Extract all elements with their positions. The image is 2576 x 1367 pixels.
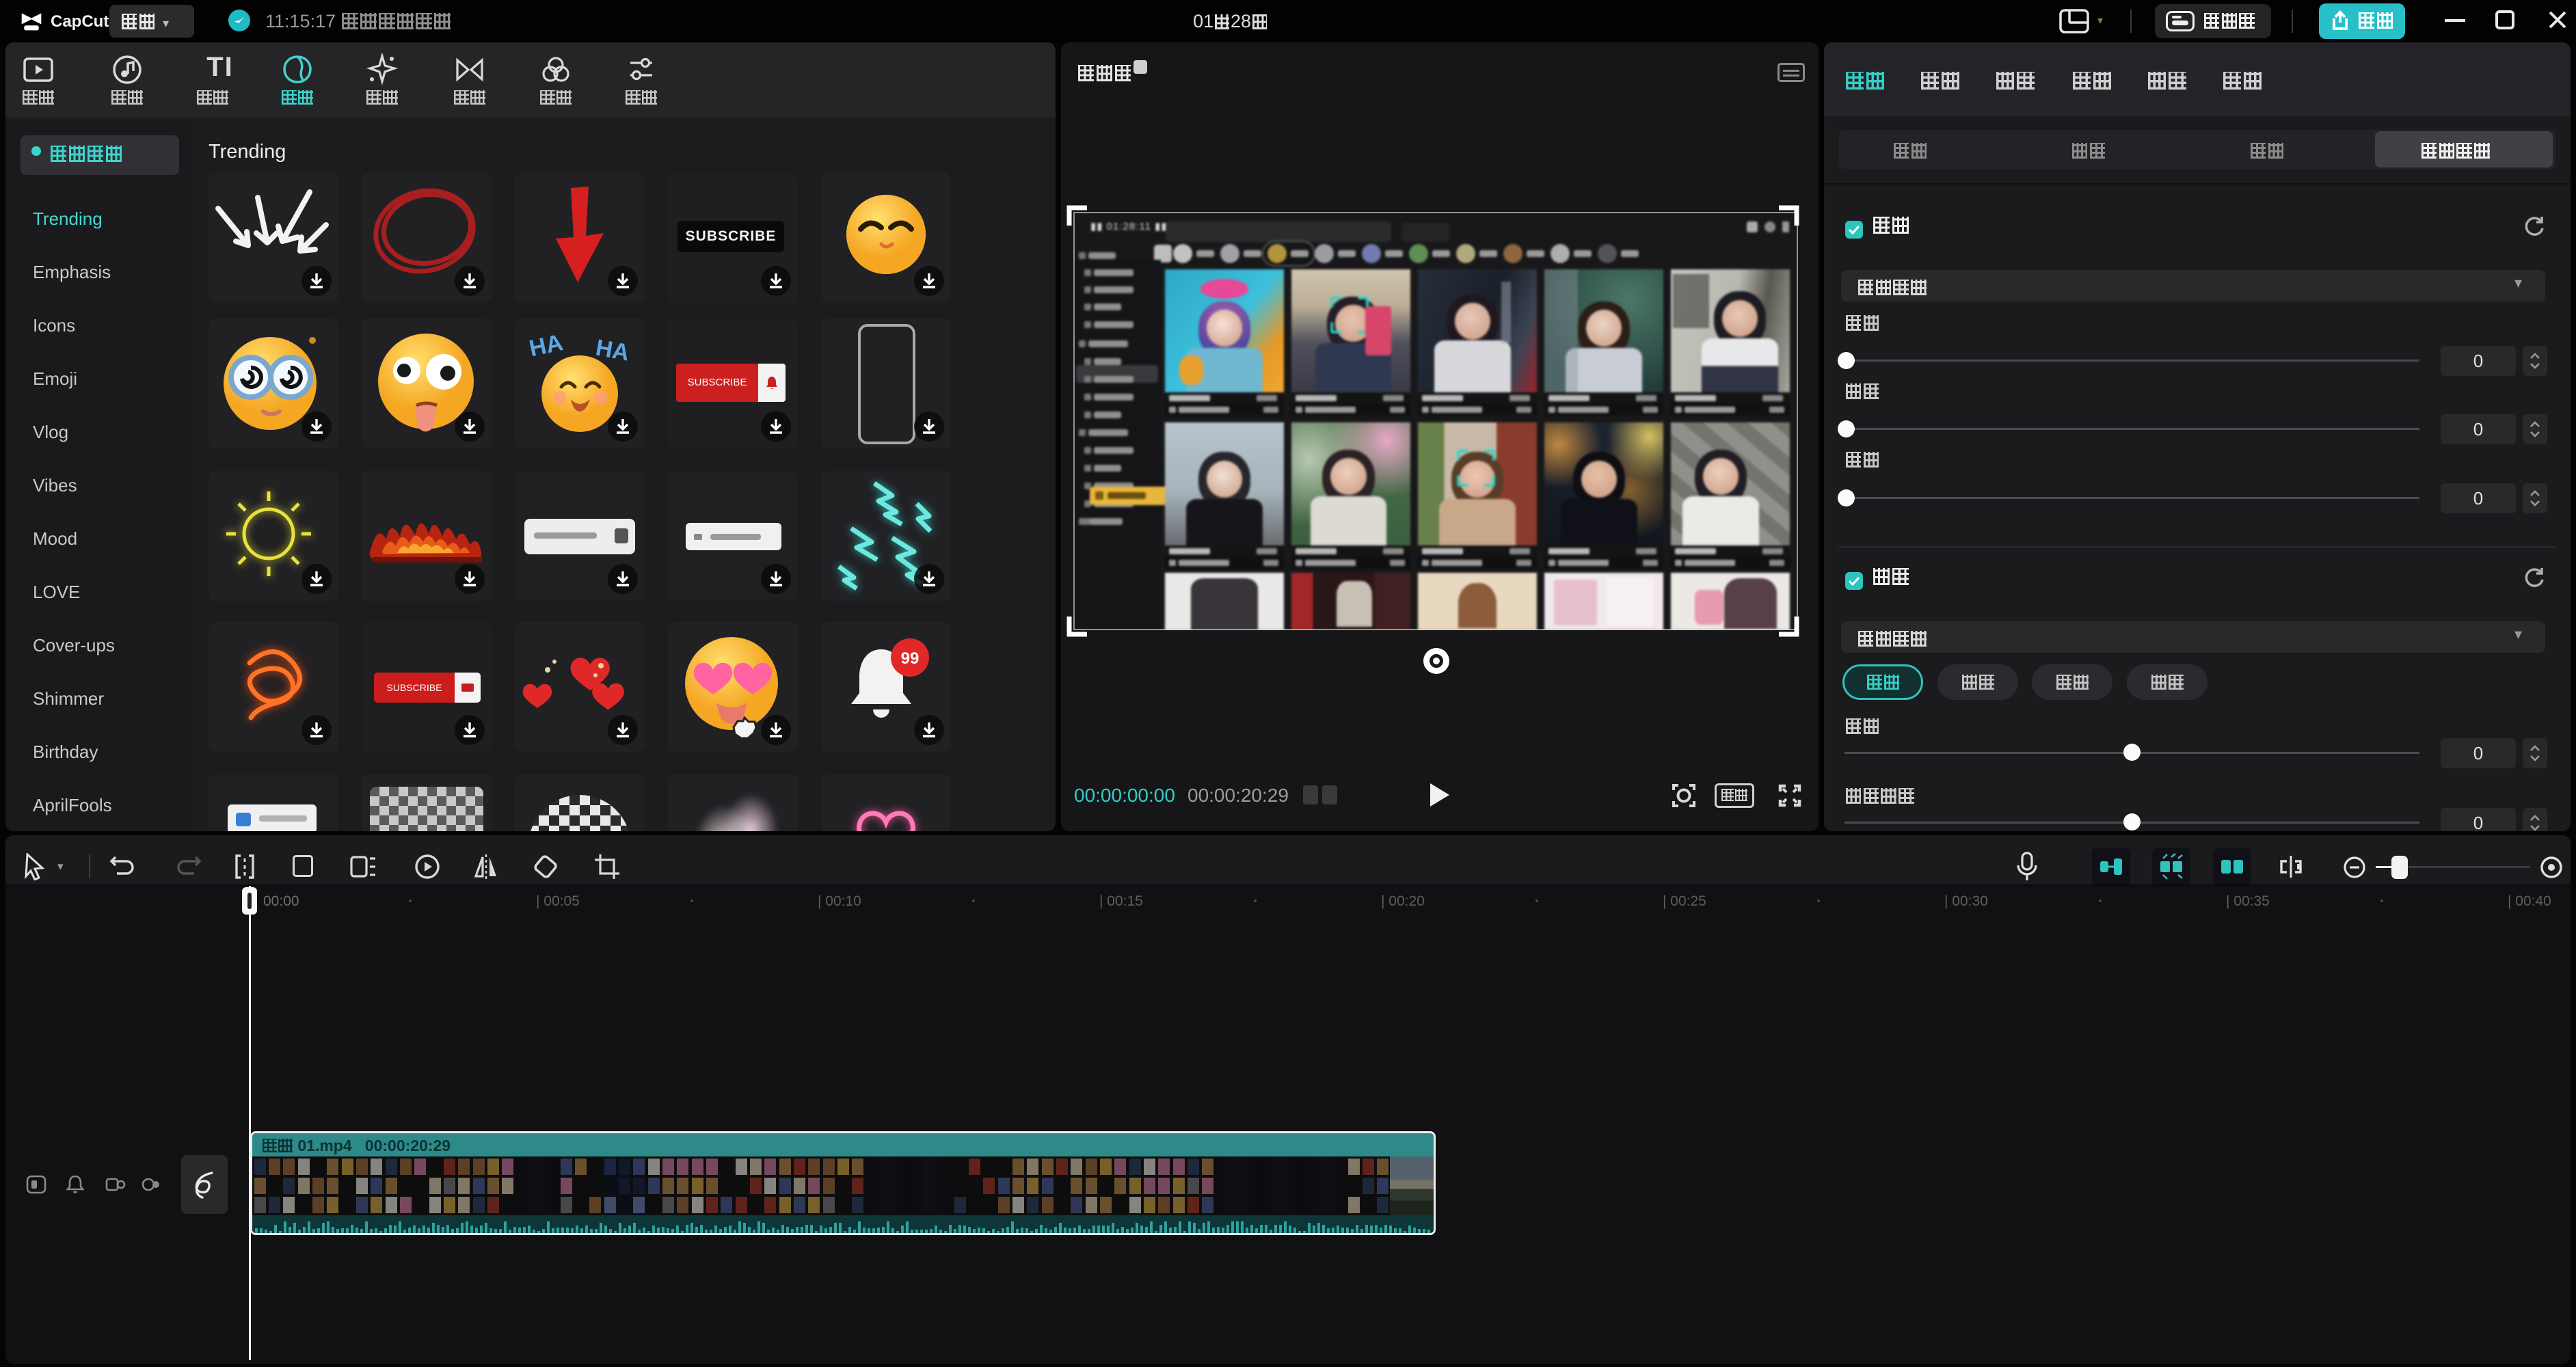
- svg-text:99: 99: [901, 649, 920, 668]
- svg-text:HA: HA: [527, 329, 565, 362]
